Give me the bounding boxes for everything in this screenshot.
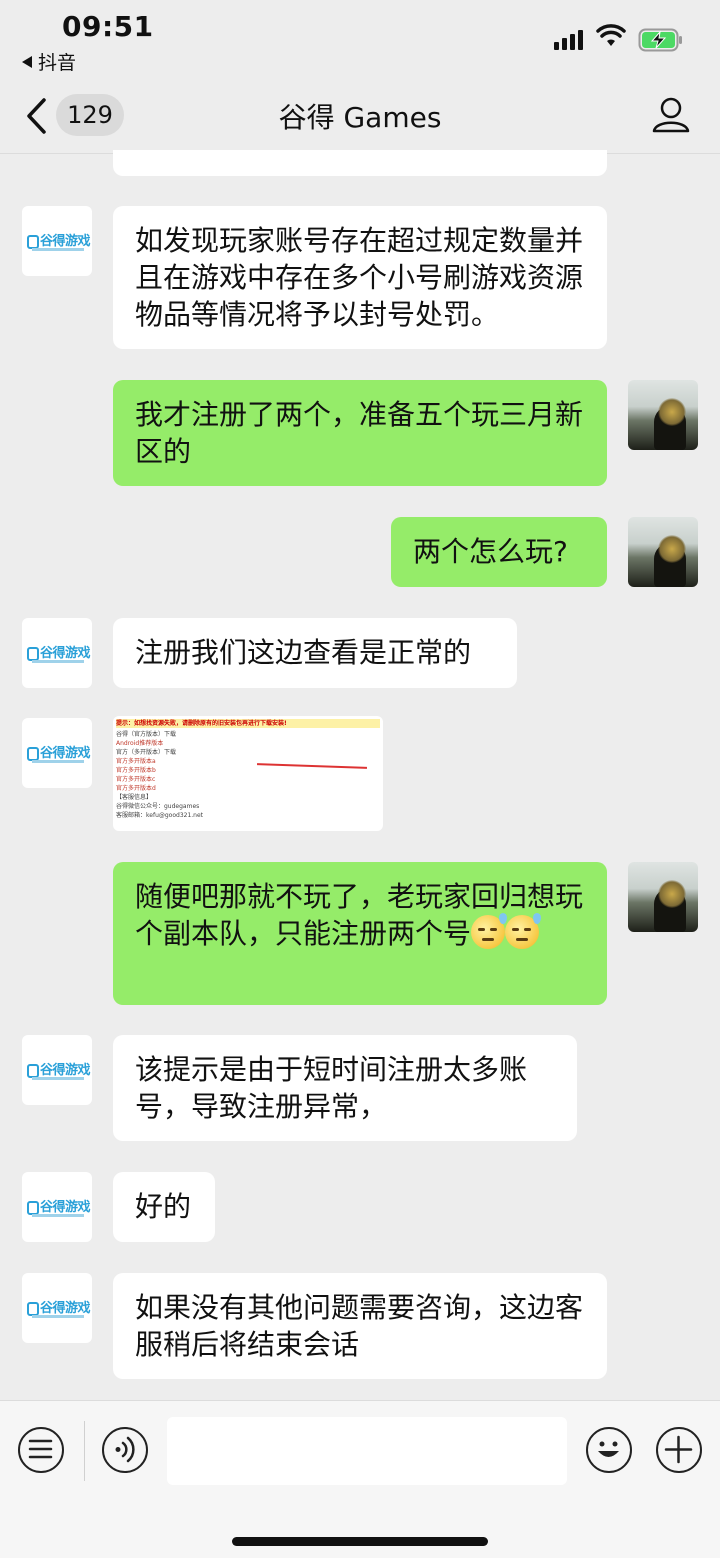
service-avatar[interactable]: 谷得游戏 — [22, 618, 92, 688]
service-avatar[interactable]: 谷得游戏 — [22, 718, 92, 788]
voice-icon[interactable] — [102, 1427, 148, 1473]
message-bubble[interactable]: 该提示是由于短时间注册太多账号，导致注册异常， — [113, 1035, 577, 1141]
user-avatar[interactable] — [628, 380, 698, 450]
sweat-emoji-icon — [471, 913, 508, 949]
brand-logo-icon: 谷得游戏 — [27, 1297, 91, 1316]
return-to-app[interactable]: 抖音 — [22, 48, 76, 75]
message-bubble[interactable]: 好的 — [113, 1172, 215, 1242]
brand-logo-icon: 谷得游戏 — [27, 1196, 91, 1215]
brand-logo-icon: 谷得游戏 — [27, 642, 91, 661]
status-bar: 09:51 抖音 — [0, 0, 720, 78]
brand-logo-icon: 谷得游戏 — [27, 230, 91, 249]
emoji-icon[interactable] — [586, 1427, 632, 1473]
chat-title: 谷得 Games — [278, 101, 442, 134]
brand-logo-icon: 谷得游戏 — [27, 1059, 91, 1078]
message-bubble[interactable]: 两个怎么玩? — [391, 517, 607, 587]
service-avatar[interactable]: 谷得游戏 — [22, 206, 92, 276]
wifi-icon — [596, 24, 626, 46]
battery-charging-icon — [638, 28, 682, 52]
service-avatar[interactable]: 谷得游戏 — [22, 1273, 92, 1343]
message-bubble[interactable]: 注册我们这边查看是正常的 — [113, 618, 517, 688]
service-avatar[interactable]: 谷得游戏 — [22, 1172, 92, 1242]
chat-header: 129 谷得 Games — [0, 78, 720, 154]
message-bubble[interactable]: 我才注册了两个，准备五个玩三月新区的 — [113, 380, 607, 486]
image-message[interactable]: 提示：如想找资源失败，请删除原有的旧安装包再进行下载安装! 谷得（官方版本）下载… — [113, 716, 383, 831]
brand-logo-icon: 谷得游戏 — [27, 742, 91, 761]
message-bubble[interactable]: 如发现玩家账号存在超过规定数量并且在游戏中存在多个小号刷游戏资源物品等情况将予以… — [113, 206, 607, 349]
message-bubble[interactable]: 随便吧那就不玩了，老玩家回归想玩个副本队，只能注册两个号 — [113, 862, 607, 1005]
user-avatar[interactable] — [628, 862, 698, 932]
message-list-icon[interactable] — [18, 1427, 64, 1473]
service-avatar[interactable]: 谷得游戏 — [22, 1035, 92, 1105]
message-input[interactable] — [167, 1417, 567, 1485]
return-app-label: 抖音 — [38, 52, 77, 74]
sweat-emoji-icon — [505, 913, 542, 949]
message-bubble-partial — [113, 150, 607, 176]
plus-icon[interactable] — [656, 1427, 702, 1473]
divider — [84, 1421, 85, 1481]
user-profile-icon[interactable] — [652, 96, 690, 134]
status-time: 09:51 — [62, 10, 154, 43]
input-bar — [0, 1400, 720, 1558]
cellular-signal-icon — [554, 30, 583, 50]
message-bubble[interactable]: 如果没有其他问题需要咨询，这边客服稍后将结束会话 — [113, 1273, 607, 1379]
home-indicator[interactable] — [232, 1537, 488, 1546]
user-avatar[interactable] — [628, 517, 698, 587]
back-triangle-icon — [22, 55, 32, 68]
